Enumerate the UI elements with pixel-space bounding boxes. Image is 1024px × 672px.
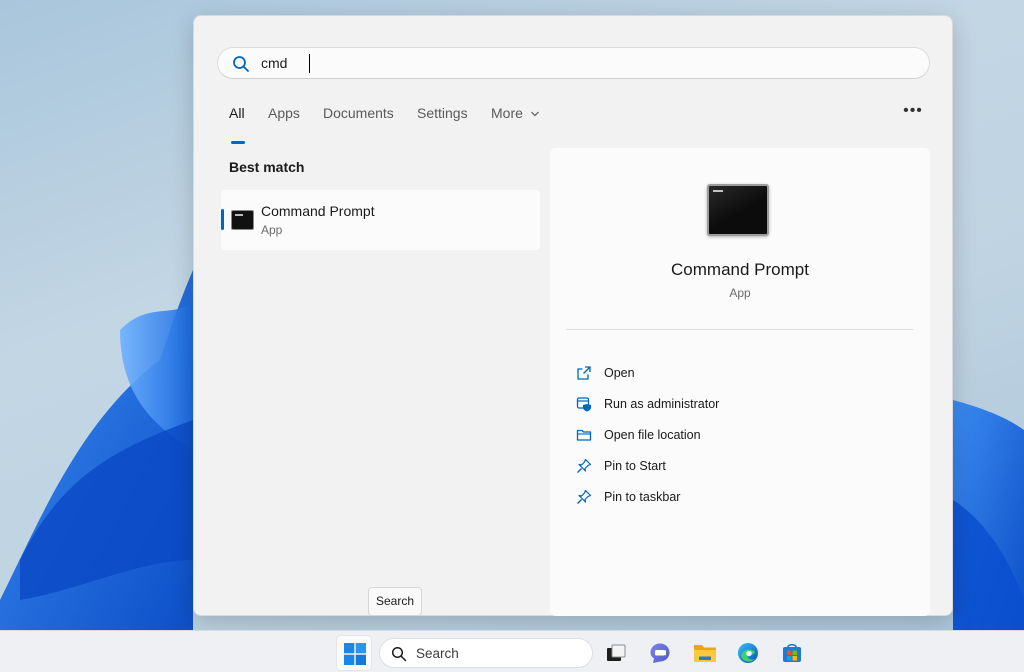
tab-settings[interactable]: Settings	[417, 105, 468, 121]
search-input[interactable]: cmd	[217, 47, 930, 79]
taskbar-search-box[interactable]: Search	[379, 638, 593, 668]
teams-chat-button[interactable]	[642, 635, 678, 671]
command-prompt-icon	[707, 184, 769, 236]
store-button[interactable]	[774, 635, 810, 671]
pin-icon	[577, 458, 592, 473]
action-open-file-location[interactable]: Open file location	[566, 424, 906, 450]
detail-subtitle: App	[729, 286, 751, 300]
search-flyout: cmd All Apps Documents Settings More •••…	[193, 15, 953, 616]
store-icon	[783, 643, 801, 662]
start-button[interactable]	[336, 635, 372, 671]
edge-button[interactable]	[730, 635, 766, 671]
task-view-icon	[607, 644, 626, 661]
divider	[566, 329, 913, 330]
start-icon	[344, 643, 366, 665]
action-label: Pin to Start	[604, 459, 666, 473]
tab-all[interactable]: All	[229, 105, 245, 121]
tab-documents[interactable]: Documents	[323, 105, 394, 121]
action-label: Pin to taskbar	[604, 490, 681, 504]
detail-title: Command Prompt	[671, 260, 809, 279]
action-label: Open	[604, 366, 635, 380]
command-prompt-icon	[231, 210, 254, 230]
action-pin-to-start[interactable]: Pin to Start	[566, 455, 906, 481]
search-icon	[391, 646, 407, 662]
best-match-result[interactable]: Command Prompt App	[221, 190, 540, 250]
search-icon	[233, 56, 249, 72]
result-name: Command Prompt	[261, 203, 375, 219]
chevron-down-icon	[530, 111, 539, 117]
best-match-heading: Best match	[229, 159, 305, 175]
tab-apps[interactable]: Apps	[268, 105, 300, 121]
selection-indicator	[221, 209, 224, 230]
active-tab-indicator	[231, 141, 245, 144]
result-type: App	[261, 223, 283, 237]
action-label: Open file location	[604, 428, 701, 442]
search-query: cmd	[261, 55, 288, 71]
edge-icon	[738, 643, 758, 663]
taskbar: Search	[0, 630, 1024, 672]
folder-icon	[576, 429, 592, 441]
text-caret	[309, 54, 310, 73]
task-view-button[interactable]	[598, 635, 634, 671]
taskbar-search-label: Search	[416, 646, 459, 661]
tab-more[interactable]: More	[491, 105, 540, 121]
pin-icon	[577, 489, 592, 504]
detail-pane: Command Prompt App Open Run as administr…	[550, 148, 930, 616]
tab-more-label: More	[491, 105, 523, 121]
shield-admin-icon	[576, 397, 591, 412]
teams-chat-icon	[650, 643, 670, 663]
open-external-icon	[577, 366, 591, 380]
ellipsis-icon[interactable]: •••	[902, 102, 924, 120]
action-label: Run as administrator	[604, 397, 720, 411]
action-pin-to-taskbar[interactable]: Pin to taskbar	[566, 486, 906, 512]
action-run-as-administrator[interactable]: Run as administrator	[566, 393, 906, 419]
file-explorer-button[interactable]	[686, 635, 722, 671]
search-tooltip: Search	[368, 587, 422, 616]
action-open[interactable]: Open	[566, 362, 906, 388]
file-explorer-icon	[694, 645, 716, 662]
